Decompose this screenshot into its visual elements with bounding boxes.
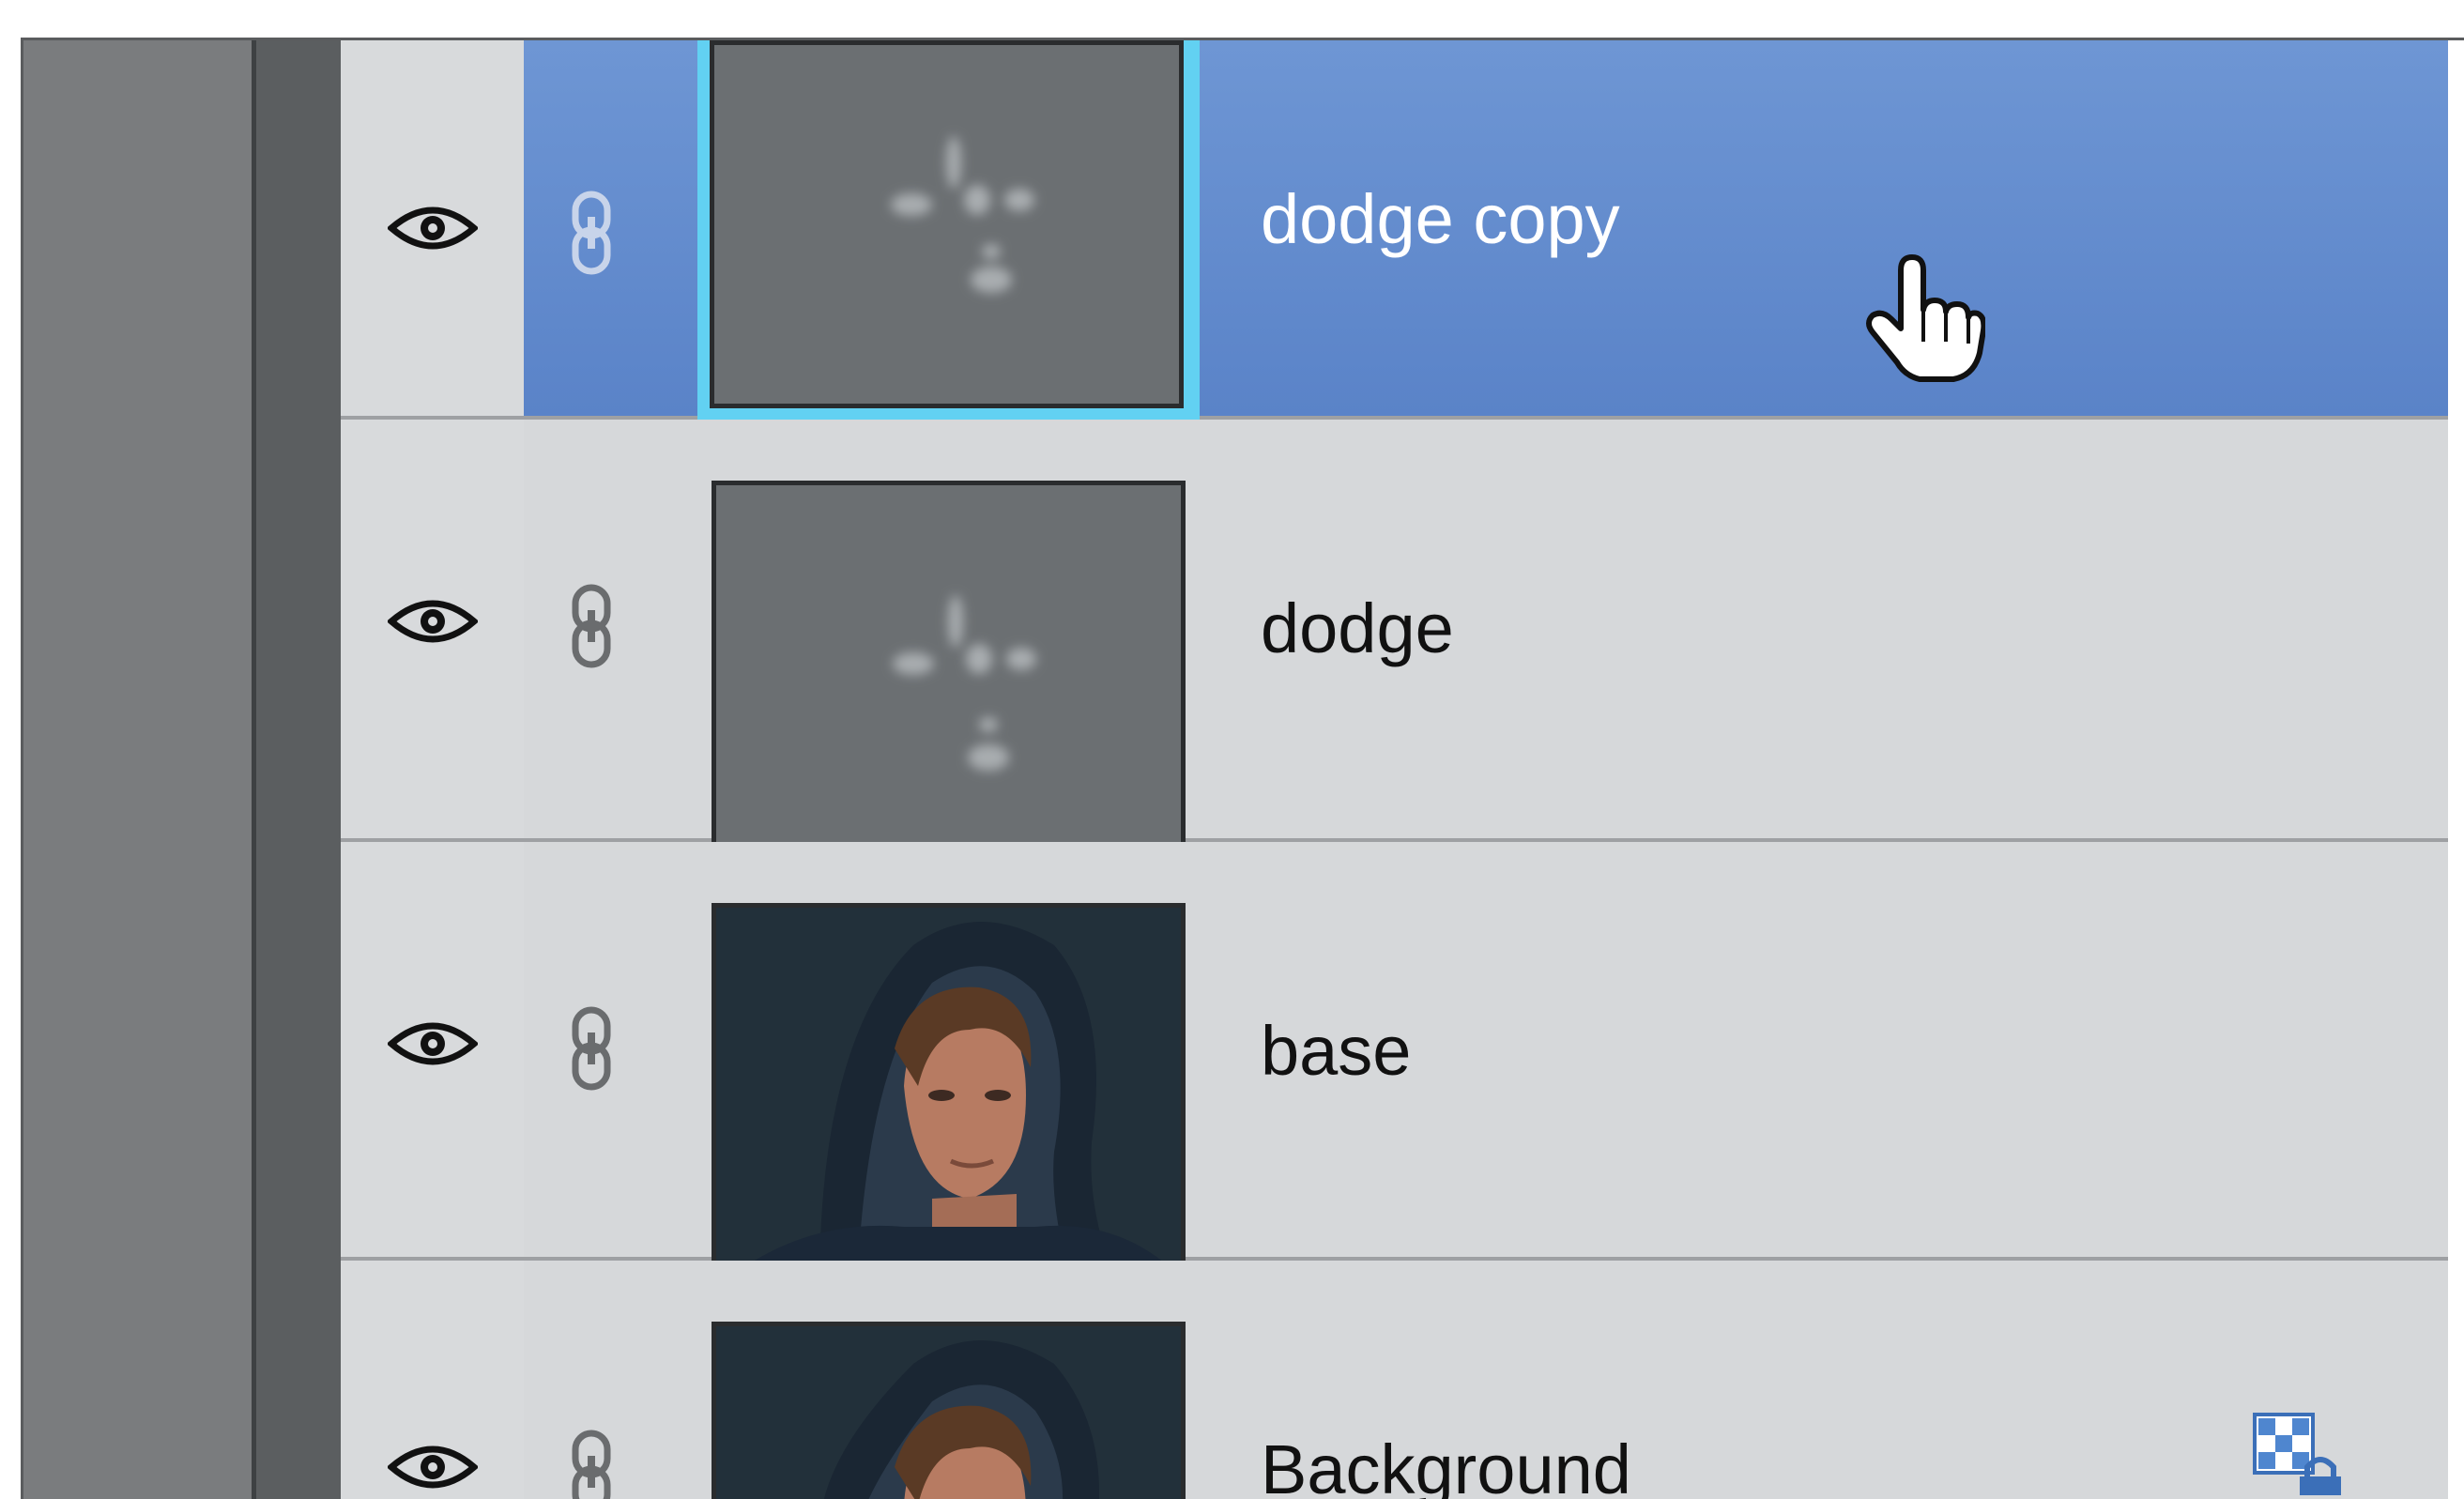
layer-row-dodge-copy[interactable]: dodge copy <box>341 40 2448 420</box>
visibility-column <box>341 40 524 416</box>
eye-icon[interactable] <box>388 200 478 256</box>
layer-thumbnail[interactable] <box>712 903 1186 1288</box>
layers-list: dodge copy dodge base Background <box>341 40 2448 1499</box>
layer-name[interactable]: dodge copy <box>1261 179 1620 259</box>
chain-link-icon[interactable] <box>566 1006 617 1091</box>
hooded-man-portrait-icon <box>716 1326 1181 1499</box>
layer-row-background[interactable]: Background <box>341 1261 2448 1499</box>
layer-thumbnail[interactable] <box>712 481 1186 865</box>
layer-thumbnail[interactable] <box>712 1322 1186 1499</box>
link-column <box>524 40 693 416</box>
visibility-column <box>341 420 524 838</box>
lock-icon[interactable] <box>2251 1411 2354 1495</box>
visibility-column <box>341 1261 524 1499</box>
chain-link-icon[interactable] <box>566 584 617 668</box>
link-column <box>524 1261 693 1499</box>
visibility-column <box>341 842 524 1257</box>
dodge-mask-thumbnail-icon <box>893 595 1036 771</box>
eye-icon[interactable] <box>388 1439 478 1495</box>
layer-name[interactable]: dodge <box>1261 589 1454 668</box>
eye-icon[interactable] <box>388 593 478 650</box>
layer-row-dodge[interactable]: dodge <box>341 420 2448 865</box>
chain-link-icon[interactable] <box>566 191 617 275</box>
panel-left-gutter <box>252 40 341 1499</box>
dodge-mask-thumbnail-icon <box>891 136 1034 293</box>
link-column <box>524 420 693 838</box>
layer-name[interactable]: Background <box>1261 1430 1631 1499</box>
link-column <box>524 842 693 1257</box>
chain-link-icon[interactable] <box>566 1430 617 1499</box>
hooded-man-portrait-icon <box>716 908 1181 1283</box>
layers-panel-screenshot: dodge copy dodge base Background <box>0 0 2464 1499</box>
eye-icon[interactable] <box>388 1016 478 1072</box>
hand-pointer-cursor-icon <box>1866 254 1985 382</box>
layer-row-base[interactable]: base <box>341 842 2448 1288</box>
layer-name[interactable]: base <box>1261 1011 1411 1091</box>
layer-thumbnail[interactable] <box>710 40 1184 408</box>
